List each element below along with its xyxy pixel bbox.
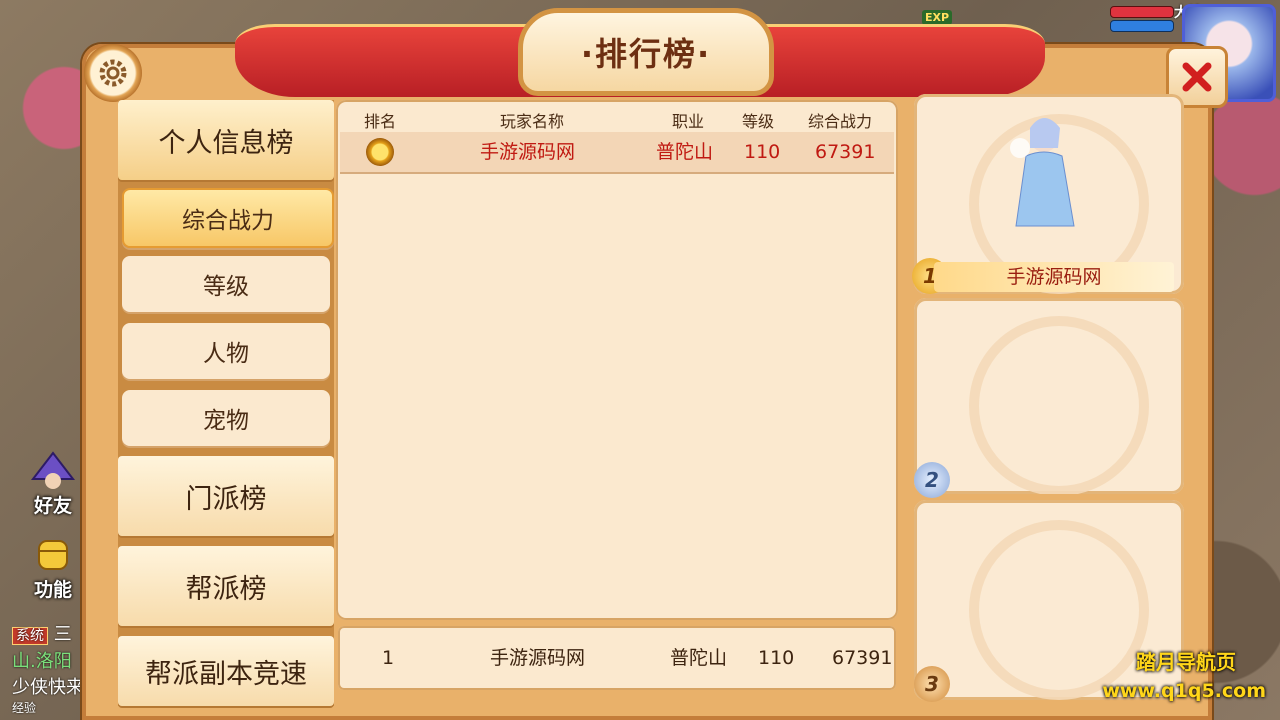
rank-3-badge: 3 — [914, 666, 950, 702]
my-level: 110 — [758, 647, 795, 669]
friends-button[interactable]: 好友 — [16, 446, 90, 518]
header-class: 职业 — [672, 112, 705, 131]
nav-sub-level[interactable]: 等级 — [122, 256, 330, 312]
my-player-name: 手游源码网 — [490, 647, 586, 669]
nav-sub-combat-power[interactable]: 综合战力 — [122, 188, 334, 248]
my-rank-row: 1 手游源码网 普陀山 110 67391 — [338, 626, 896, 690]
window-title: ·排行榜· — [580, 35, 712, 73]
nav-guild-instance-category[interactable]: 帮派副本竞速 — [118, 636, 334, 706]
nav-sect-category[interactable]: 门派榜 — [118, 456, 334, 536]
table-row[interactable]: 手游源码网 普陀山 110 67391 — [340, 132, 894, 174]
friends-label: 好友 — [33, 495, 72, 517]
top-player-character — [1010, 118, 1075, 227]
gear-icon — [99, 59, 127, 87]
header-level: 等级 — [742, 112, 775, 131]
rank-2-badge: 2 — [914, 462, 950, 498]
nav-sub-pet[interactable]: 宠物 — [122, 390, 330, 446]
my-combat-power: 67391 — [832, 647, 893, 669]
my-rank: 1 — [382, 647, 395, 669]
podium-1-name: 手游源码网 — [934, 262, 1174, 292]
functions-button[interactable]: 功能 — [16, 530, 90, 602]
title-plate: ·排行榜· — [518, 8, 774, 96]
nav-personal-category[interactable]: 个人信息榜 — [118, 100, 334, 180]
fist-icon — [38, 540, 68, 570]
header-combat-power: 综合战力 — [808, 112, 873, 131]
row-class: 普陀山 — [656, 141, 714, 163]
emblem-watermark — [969, 520, 1149, 700]
ranking-list[interactable] — [336, 100, 898, 620]
site-watermark-title: 踏月导航页 — [1136, 650, 1236, 674]
hp-bar — [1110, 6, 1174, 18]
row-combat-power: 67391 — [815, 141, 876, 163]
functions-label: 功能 — [33, 579, 72, 601]
nav-sub-character[interactable]: 人物 — [122, 323, 330, 379]
row-player-name: 手游源码网 — [480, 141, 576, 163]
settings-button[interactable] — [84, 44, 142, 102]
podium-card-2[interactable] — [914, 298, 1184, 494]
chat-text: 三 — [53, 624, 72, 645]
row-level: 110 — [744, 141, 781, 163]
gold-medal-icon — [366, 138, 394, 166]
system-tag: 系统 — [12, 627, 48, 645]
site-watermark-url: www.q1q5.com — [1102, 680, 1266, 702]
emblem-watermark — [969, 316, 1149, 494]
hat-icon — [30, 451, 76, 489]
exp-label: EXP — [922, 10, 953, 25]
close-icon — [1182, 62, 1212, 92]
my-class: 普陀山 — [670, 647, 728, 669]
mp-bar — [1110, 20, 1174, 32]
nav-guild-category[interactable]: 帮派榜 — [118, 546, 334, 626]
header-rank: 排名 — [364, 112, 397, 131]
header-player-name: 玩家名称 — [500, 112, 565, 131]
